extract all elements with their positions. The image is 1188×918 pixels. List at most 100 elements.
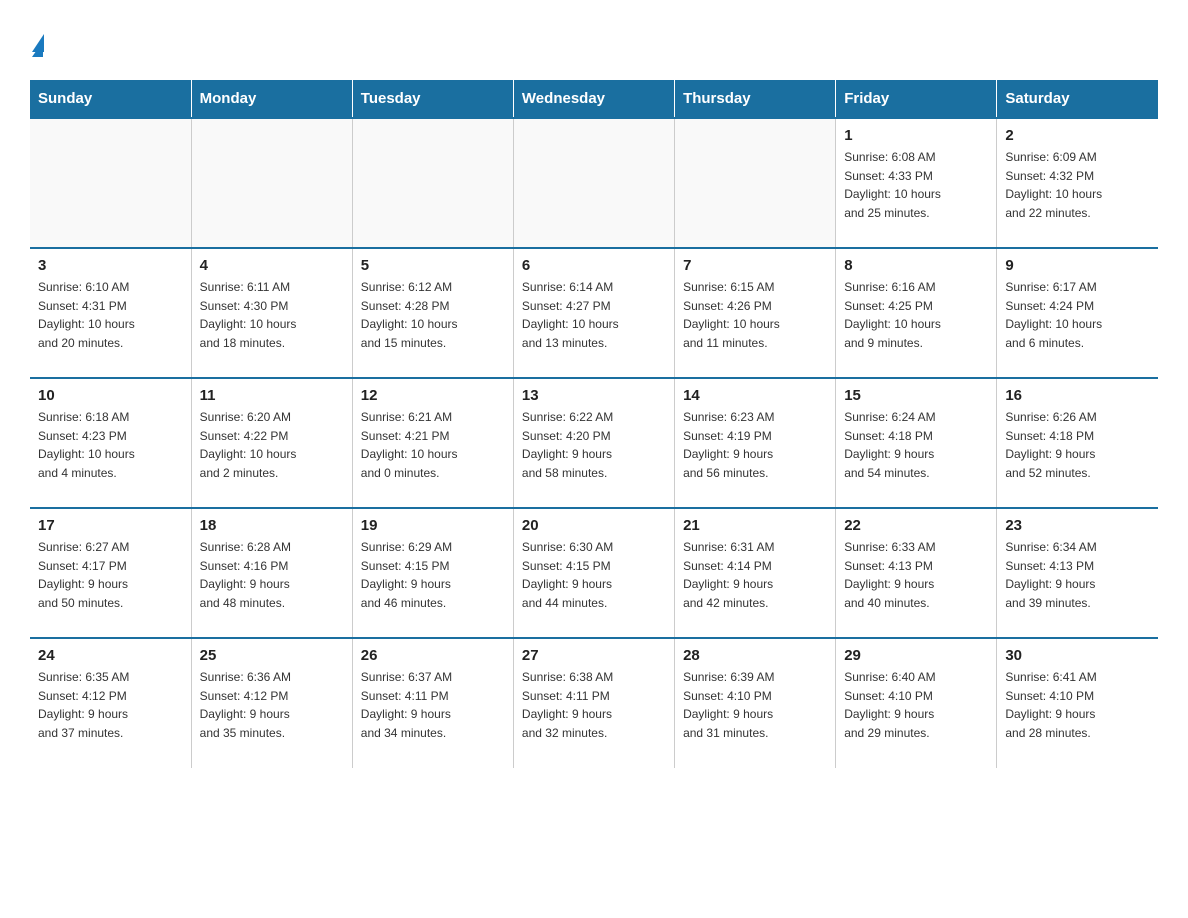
day-info: Sunrise: 6:22 AM Sunset: 4:20 PM Dayligh…: [522, 408, 666, 482]
weekday-header-sunday: Sunday: [30, 80, 191, 118]
calendar-cell: 26 Sunrise: 6:37 AM Sunset: 4:11 PM Dayli…: [352, 638, 513, 768]
day-number: 23: [1005, 517, 1150, 534]
calendar-cell: 23 Sunrise: 6:34 AM Sunset: 4:13 PM Dayli…: [997, 508, 1158, 638]
day-number: 13: [522, 387, 666, 404]
day-number: 26: [361, 647, 505, 664]
day-info: Sunrise: 6:21 AM Sunset: 4:21 PM Dayligh…: [361, 408, 505, 482]
calendar-cell: 21 Sunrise: 6:31 AM Sunset: 4:14 PM Dayli…: [675, 508, 836, 638]
day-number: 14: [683, 387, 827, 404]
weekday-header-monday: Monday: [191, 80, 352, 118]
day-info: Sunrise: 6:26 AM Sunset: 4:18 PM Dayligh…: [1005, 408, 1150, 482]
weekday-header-thursday: Thursday: [675, 80, 836, 118]
calendar-cell: 5 Sunrise: 6:12 AM Sunset: 4:28 PM Daylig…: [352, 248, 513, 378]
logo: [30, 20, 44, 62]
calendar-cell: [352, 118, 513, 248]
day-number: 21: [683, 517, 827, 534]
logo-arrow-icon: [32, 41, 43, 57]
weekday-row: SundayMondayTuesdayWednesdayThursdayFrid…: [30, 80, 1158, 118]
day-number: 15: [844, 387, 988, 404]
day-number: 27: [522, 647, 666, 664]
day-number: 9: [1005, 257, 1150, 274]
day-info: Sunrise: 6:35 AM Sunset: 4:12 PM Dayligh…: [38, 668, 183, 742]
day-info: Sunrise: 6:18 AM Sunset: 4:23 PM Dayligh…: [38, 408, 183, 482]
calendar-cell: [30, 118, 191, 248]
day-number: 2: [1005, 127, 1150, 144]
day-number: 19: [361, 517, 505, 534]
day-number: 25: [200, 647, 344, 664]
calendar-cell: 30Sunrise: 6:41 AM Sunset: 4:10 PM Dayli…: [997, 638, 1158, 768]
day-number: 18: [200, 517, 344, 534]
day-number: 8: [844, 257, 988, 274]
calendar-cell: 14 Sunrise: 6:23 AM Sunset: 4:19 PM Dayli…: [675, 378, 836, 508]
day-number: 20: [522, 517, 666, 534]
day-number: 3: [38, 257, 183, 274]
weekday-header-tuesday: Tuesday: [352, 80, 513, 118]
calendar-cell: 22 Sunrise: 6:33 AM Sunset: 4:13 PM Dayli…: [836, 508, 997, 638]
calendar-cell: 6 Sunrise: 6:14 AM Sunset: 4:27 PM Daylig…: [513, 248, 674, 378]
day-number: 5: [361, 257, 505, 274]
day-info: Sunrise: 6:41 AM Sunset: 4:10 PM Dayligh…: [1005, 668, 1150, 742]
day-info: Sunrise: 6:27 AM Sunset: 4:17 PM Dayligh…: [38, 538, 183, 612]
day-number: 11: [200, 387, 344, 404]
day-info: Sunrise: 6:28 AM Sunset: 4:16 PM Dayligh…: [200, 538, 344, 612]
day-info: Sunrise: 6:16 AM Sunset: 4:25 PM Dayligh…: [844, 278, 988, 352]
calendar-cell: 19 Sunrise: 6:29 AM Sunset: 4:15 PM Dayli…: [352, 508, 513, 638]
day-info: Sunrise: 6:31 AM Sunset: 4:14 PM Dayligh…: [683, 538, 827, 612]
calendar-cell: 15 Sunrise: 6:24 AM Sunset: 4:18 PM Dayli…: [836, 378, 997, 508]
calendar-cell: 18 Sunrise: 6:28 AM Sunset: 4:16 PM Dayli…: [191, 508, 352, 638]
calendar-week-5: 24 Sunrise: 6:35 AM Sunset: 4:12 PM Dayli…: [30, 638, 1158, 768]
weekday-header-saturday: Saturday: [997, 80, 1158, 118]
day-number: 4: [200, 257, 344, 274]
day-info: Sunrise: 6:24 AM Sunset: 4:18 PM Dayligh…: [844, 408, 988, 482]
day-info: Sunrise: 6:10 AM Sunset: 4:31 PM Dayligh…: [38, 278, 183, 352]
day-number: 6: [522, 257, 666, 274]
day-info: Sunrise: 6:34 AM Sunset: 4:13 PM Dayligh…: [1005, 538, 1150, 612]
day-info: Sunrise: 6:11 AM Sunset: 4:30 PM Dayligh…: [200, 278, 344, 352]
day-info: Sunrise: 6:20 AM Sunset: 4:22 PM Dayligh…: [200, 408, 344, 482]
calendar-cell: 4 Sunrise: 6:11 AM Sunset: 4:30 PM Daylig…: [191, 248, 352, 378]
day-info: Sunrise: 6:36 AM Sunset: 4:12 PM Dayligh…: [200, 668, 344, 742]
day-number: 28: [683, 647, 827, 664]
calendar-cell: 12 Sunrise: 6:21 AM Sunset: 4:21 PM Dayli…: [352, 378, 513, 508]
day-info: Sunrise: 6:12 AM Sunset: 4:28 PM Dayligh…: [361, 278, 505, 352]
day-number: 29: [844, 647, 988, 664]
calendar-week-2: 3 Sunrise: 6:10 AM Sunset: 4:31 PM Daylig…: [30, 248, 1158, 378]
calendar-cell: 11 Sunrise: 6:20 AM Sunset: 4:22 PM Dayli…: [191, 378, 352, 508]
calendar-cell: 28Sunrise: 6:39 AM Sunset: 4:10 PM Dayli…: [675, 638, 836, 768]
day-info: Sunrise: 6:37 AM Sunset: 4:11 PM Dayligh…: [361, 668, 505, 742]
day-info: Sunrise: 6:33 AM Sunset: 4:13 PM Dayligh…: [844, 538, 988, 612]
day-number: 12: [361, 387, 505, 404]
calendar-week-4: 17Sunrise: 6:27 AM Sunset: 4:17 PM Dayli…: [30, 508, 1158, 638]
day-info: Sunrise: 6:40 AM Sunset: 4:10 PM Dayligh…: [844, 668, 988, 742]
calendar-cell: 9 Sunrise: 6:17 AM Sunset: 4:24 PM Daylig…: [997, 248, 1158, 378]
calendar-cell: 7 Sunrise: 6:15 AM Sunset: 4:26 PM Daylig…: [675, 248, 836, 378]
day-info: Sunrise: 6:23 AM Sunset: 4:19 PM Dayligh…: [683, 408, 827, 482]
day-info: Sunrise: 6:14 AM Sunset: 4:27 PM Dayligh…: [522, 278, 666, 352]
day-number: 1: [844, 127, 988, 144]
day-number: 22: [844, 517, 988, 534]
calendar-body: 1 Sunrise: 6:08 AM Sunset: 4:33 PM Daylig…: [30, 118, 1158, 768]
calendar-cell: 27Sunrise: 6:38 AM Sunset: 4:11 PM Dayli…: [513, 638, 674, 768]
weekday-header-wednesday: Wednesday: [513, 80, 674, 118]
calendar-cell: [191, 118, 352, 248]
day-number: 7: [683, 257, 827, 274]
day-info: Sunrise: 6:09 AM Sunset: 4:32 PM Dayligh…: [1005, 148, 1150, 222]
calendar-week-1: 1 Sunrise: 6:08 AM Sunset: 4:33 PM Daylig…: [30, 118, 1158, 248]
day-info: Sunrise: 6:08 AM Sunset: 4:33 PM Dayligh…: [844, 148, 988, 222]
calendar-cell: 25 Sunrise: 6:36 AM Sunset: 4:12 PM Dayli…: [191, 638, 352, 768]
day-number: 16: [1005, 387, 1150, 404]
calendar-cell: 13 Sunrise: 6:22 AM Sunset: 4:20 PM Dayli…: [513, 378, 674, 508]
weekday-header-friday: Friday: [836, 80, 997, 118]
calendar-cell: 2 Sunrise: 6:09 AM Sunset: 4:32 PM Daylig…: [997, 118, 1158, 248]
calendar-cell: 16 Sunrise: 6:26 AM Sunset: 4:18 PM Dayli…: [997, 378, 1158, 508]
calendar-cell: 17Sunrise: 6:27 AM Sunset: 4:17 PM Dayli…: [30, 508, 191, 638]
page-header: [30, 20, 1158, 62]
calendar-table: SundayMondayTuesdayWednesdayThursdayFrid…: [30, 80, 1158, 768]
calendar-cell: 1 Sunrise: 6:08 AM Sunset: 4:33 PM Daylig…: [836, 118, 997, 248]
day-info: Sunrise: 6:29 AM Sunset: 4:15 PM Dayligh…: [361, 538, 505, 612]
day-info: Sunrise: 6:15 AM Sunset: 4:26 PM Dayligh…: [683, 278, 827, 352]
calendar-cell: 20Sunrise: 6:30 AM Sunset: 4:15 PM Dayli…: [513, 508, 674, 638]
day-info: Sunrise: 6:17 AM Sunset: 4:24 PM Dayligh…: [1005, 278, 1150, 352]
day-number: 24: [38, 647, 183, 664]
day-number: 10: [38, 387, 183, 404]
